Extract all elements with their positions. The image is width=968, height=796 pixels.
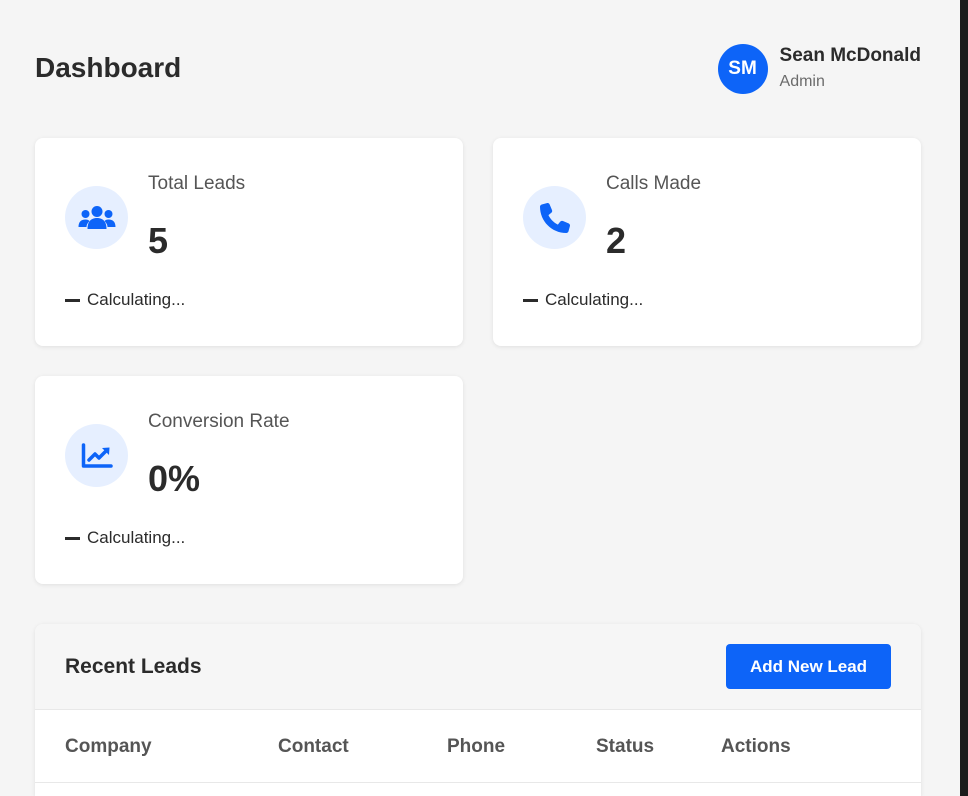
user-profile[interactable]: SM Sean McDonald Admin <box>717 44 921 94</box>
stat-label: Total Leads <box>148 173 246 194</box>
minus-icon <box>65 536 80 540</box>
column-header-actions[interactable]: Actions <box>721 736 791 758</box>
stat-trend-text: Calculating... <box>545 290 644 309</box>
recent-leads-title: Recent Leads <box>65 654 202 678</box>
chart-line-icon <box>65 424 128 487</box>
minus-icon <box>523 298 538 302</box>
users-icon <box>65 186 128 249</box>
stat-label: Calls Made <box>606 173 702 194</box>
add-new-lead-button[interactable]: Add New Lead <box>726 644 891 689</box>
stat-trend-text: Calculating... <box>87 290 186 309</box>
stat-value: 2 <box>606 220 627 261</box>
user-name: Sean McDonald <box>779 45 921 66</box>
stat-value: 5 <box>148 220 169 261</box>
stat-trend: Calculating... <box>523 290 643 310</box>
avatar[interactable]: SM <box>717 44 768 94</box>
leads-table-header: Company Contact Phone Status Actions <box>35 710 921 783</box>
user-role: Admin <box>779 73 825 90</box>
stat-card-conversion-rate: Conversion Rate 0% Calculating... <box>35 376 463 584</box>
phone-icon <box>523 186 586 249</box>
minus-icon <box>65 298 80 302</box>
stat-card-calls-made: Calls Made 2 Calculating... <box>493 138 921 346</box>
stat-value: 0% <box>148 458 201 499</box>
user-info: Sean McDonald Admin <box>780 44 921 91</box>
stat-trend: Calculating... <box>65 528 185 548</box>
stat-card-total-leads: Total Leads 5 Calculating... <box>35 138 463 346</box>
page-title: Dashboard <box>35 52 182 83</box>
recent-leads-panel: Recent Leads Add New Lead Company Contac… <box>35 624 921 796</box>
stat-label: Conversion Rate <box>148 411 290 432</box>
stat-trend-text: Calculating... <box>87 528 186 547</box>
recent-leads-header: Recent Leads Add New Lead <box>35 624 921 710</box>
column-header-status[interactable]: Status <box>596 736 654 758</box>
column-header-company[interactable]: Company <box>65 736 152 758</box>
column-header-contact[interactable]: Contact <box>278 736 349 758</box>
window-edge <box>960 0 968 796</box>
stat-trend: Calculating... <box>65 290 185 310</box>
column-header-phone[interactable]: Phone <box>447 736 505 758</box>
